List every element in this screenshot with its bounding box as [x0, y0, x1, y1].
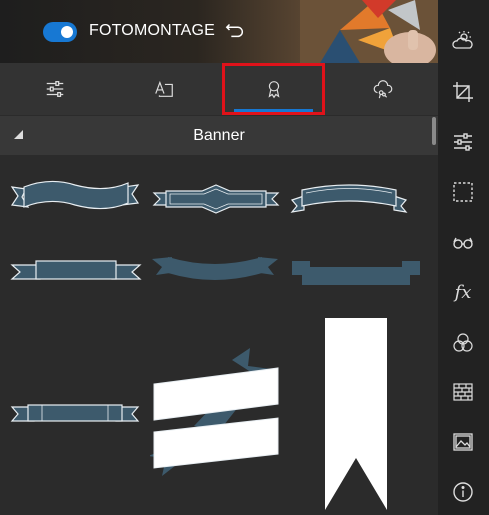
info-icon[interactable]: [451, 480, 475, 504]
tab-adjust[interactable]: [0, 63, 109, 115]
ribbon-banner-thin[interactable]: [10, 403, 140, 425]
scrollbar-thumb[interactable]: [432, 117, 436, 145]
ribbon-banner-flat-dark[interactable]: [290, 259, 422, 287]
ribbon-banner-arched[interactable]: [290, 180, 408, 216]
crop-icon[interactable]: [451, 80, 475, 104]
award-ribbon-icon: [268, 81, 280, 99]
tool-tabs: [0, 63, 438, 115]
brick-wall-icon[interactable]: [451, 380, 475, 404]
tangram-photo: [300, 0, 438, 63]
tab-badge[interactable]: [222, 63, 326, 115]
header: FOTOMONTAGE: [0, 0, 438, 63]
section-label: Banner: [193, 126, 245, 144]
weather-icon[interactable]: [451, 29, 475, 53]
page-title: FOTOMONTAGE: [89, 22, 216, 39]
collapse-triangle-icon[interactable]: [14, 130, 23, 139]
ribbon-bookmark-white[interactable]: [323, 318, 389, 515]
ribbon-banner-folded-white[interactable]: [150, 348, 280, 478]
tab-text[interactable]: [109, 63, 218, 115]
sliders-icon: [46, 81, 63, 97]
undo-icon[interactable]: [224, 19, 246, 41]
ribbon-banner-wavy[interactable]: [10, 177, 140, 217]
main-panel: FOTOMONTAGE Banner: [0, 0, 438, 515]
sliders-icon[interactable]: [451, 130, 475, 154]
fotomontage-toggle[interactable]: [43, 22, 77, 42]
banner-grid: [0, 155, 430, 515]
selection-icon[interactable]: [451, 180, 475, 204]
ribbon-banner-curved-dark[interactable]: [150, 253, 280, 287]
ribbon-banner-diamond[interactable]: [152, 183, 280, 215]
text-icon: [155, 80, 173, 97]
cloud-flower-icon: [374, 80, 393, 99]
image-icon[interactable]: [451, 430, 475, 454]
right-toolbar: fx: [438, 0, 489, 515]
fx-icon[interactable]: fx: [451, 280, 475, 304]
tab-sticker[interactable]: [329, 63, 438, 115]
section-header-banner[interactable]: Banner: [0, 116, 438, 155]
color-circles-icon[interactable]: [451, 331, 475, 355]
glasses-icon[interactable]: [451, 230, 475, 254]
ribbon-banner-flat[interactable]: [10, 257, 142, 285]
